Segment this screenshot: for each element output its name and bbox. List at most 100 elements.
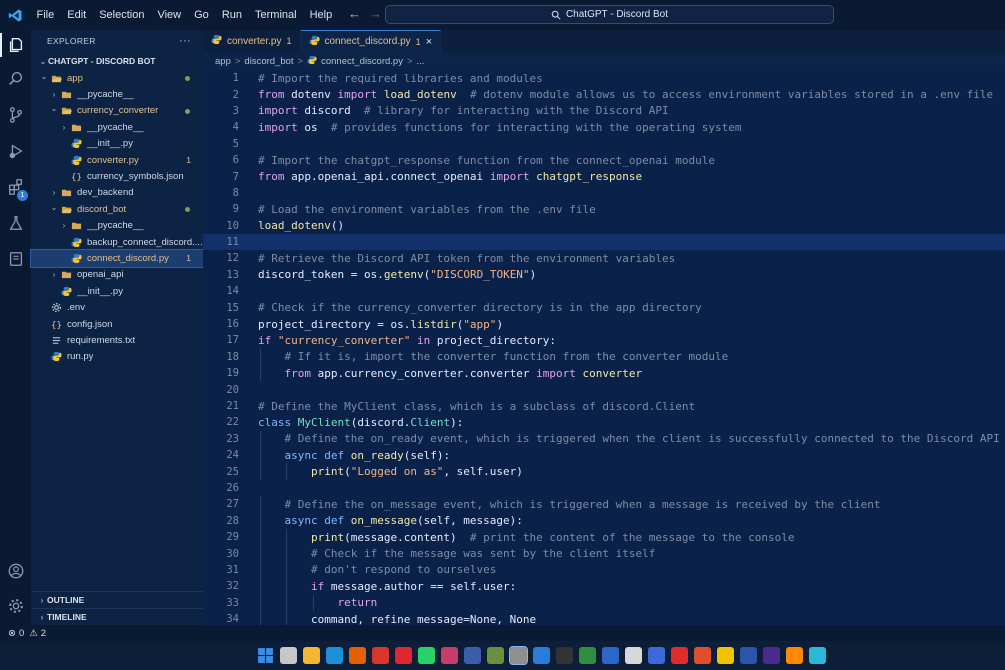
tree-item[interactable]: ⌄ app bbox=[31, 70, 203, 86]
code-line[interactable]: 26 bbox=[203, 480, 1005, 496]
code-line[interactable]: 18 # If it is, import the converter func… bbox=[203, 348, 1005, 366]
menu-terminal[interactable]: Terminal bbox=[249, 4, 304, 26]
menu-run[interactable]: Run bbox=[215, 4, 248, 26]
code-line[interactable]: 5 bbox=[203, 136, 1005, 152]
tree-item[interactable]: › dev_backend bbox=[31, 185, 203, 201]
taskbar-app-icon[interactable] bbox=[625, 647, 642, 664]
run-debug-icon[interactable] bbox=[0, 136, 31, 166]
tab-connect_discord-py[interactable]: connect_discord.py 1 × bbox=[300, 30, 442, 52]
taskbar-app-icon[interactable] bbox=[464, 647, 481, 664]
breadcrumb-item[interactable]: app bbox=[215, 56, 231, 67]
tree-item[interactable]: › openai_api bbox=[31, 267, 203, 283]
workspace-section-header[interactable]: ⌄ CHATGPT - DISCORD BOT bbox=[31, 52, 203, 70]
remote-explorer-icon[interactable] bbox=[0, 244, 31, 274]
tree-item[interactable]: {} config.json bbox=[31, 316, 203, 332]
breadcrumb-item[interactable]: connect_discord.py bbox=[321, 56, 403, 67]
menu-go[interactable]: Go bbox=[188, 4, 216, 26]
warning-count[interactable]: 2 bbox=[41, 628, 46, 639]
taskbar-app-icon[interactable] bbox=[763, 647, 780, 664]
code-line[interactable]: 28 async def on_message(self, message): bbox=[203, 512, 1005, 529]
extensions-icon[interactable]: 1 bbox=[0, 172, 31, 202]
forward-arrow-icon[interactable]: → bbox=[369, 6, 382, 21]
taskbar-app-icon[interactable] bbox=[809, 647, 826, 664]
taskbar-app-icon[interactable] bbox=[395, 647, 412, 664]
code-line[interactable]: 31 # don't respond to ourselves bbox=[203, 561, 1005, 579]
tree-item[interactable]: connect_discord.py 1 bbox=[30, 249, 204, 268]
taskbar-app-icon[interactable] bbox=[602, 647, 619, 664]
code-line[interactable]: 27 # Define the on_message event, which … bbox=[203, 496, 1005, 513]
tree-item[interactable]: converter.py 1 bbox=[31, 152, 203, 168]
menu-selection[interactable]: Selection bbox=[93, 4, 151, 26]
code-line[interactable]: 25 print("Logged on as", self.user) bbox=[203, 463, 1005, 480]
taskbar-app-icon[interactable] bbox=[786, 647, 803, 664]
tree-item[interactable]: {} currency_symbols.json bbox=[31, 168, 203, 184]
tree-item[interactable]: __init__.py bbox=[31, 283, 203, 299]
code-line[interactable]: 13 discord_token = os.getenv("DISCORD_TOK… bbox=[203, 267, 1005, 283]
taskbar-app-icon[interactable] bbox=[556, 647, 573, 664]
taskbar-app-icon[interactable] bbox=[418, 647, 435, 664]
source-control-icon[interactable] bbox=[0, 100, 31, 130]
taskbar-app-icon[interactable] bbox=[326, 647, 343, 664]
outline-section[interactable]: › OUTLINE bbox=[31, 591, 203, 608]
explorer-more-button[interactable]: ··· bbox=[179, 35, 191, 47]
tab-converter-py[interactable]: converter.py 1 bbox=[203, 30, 301, 52]
code-line[interactable]: 17 if "currency_converter" in project_dir… bbox=[203, 332, 1005, 348]
code-line[interactable]: 7 from app.openai_api.connect_openai impo… bbox=[203, 168, 1005, 184]
code-line[interactable]: 24 async def on_ready(self): bbox=[203, 446, 1005, 464]
code-line[interactable]: 10 load_dotenv() bbox=[203, 218, 1005, 234]
explorer-icon[interactable] bbox=[0, 30, 31, 60]
code-line[interactable]: 8 bbox=[203, 185, 1005, 201]
start-windows-icon[interactable] bbox=[257, 647, 274, 664]
taskbar-app-icon[interactable] bbox=[280, 647, 297, 664]
error-count[interactable]: 0 bbox=[19, 628, 24, 639]
code-line[interactable]: 12 # Retrieve the Discord API token from … bbox=[203, 250, 1005, 266]
code-line[interactable]: 11 bbox=[203, 233, 1005, 251]
taskbar-app-icon[interactable] bbox=[303, 647, 320, 664]
settings-gear-icon[interactable] bbox=[0, 591, 31, 621]
code-line[interactable]: 2 from dotenv import load_dotenv # dotenv… bbox=[203, 86, 1005, 102]
tree-item[interactable]: ⌄ currency_converter bbox=[31, 103, 203, 119]
taskbar-app-icon[interactable] bbox=[441, 647, 458, 664]
code-line[interactable]: 34 command, refine_message=None, None bbox=[203, 610, 1005, 625]
breadcrumb-item[interactable]: ... bbox=[417, 56, 425, 67]
code-line[interactable]: 4 import os # provides functions for inte… bbox=[203, 119, 1005, 135]
taskbar-app-icon[interactable] bbox=[740, 647, 757, 664]
tree-item[interactable]: › __pycache__ bbox=[31, 86, 203, 102]
command-center-search[interactable]: ChatGPT - Discord Bot bbox=[385, 5, 834, 24]
timeline-section[interactable]: › TIMELINE bbox=[31, 608, 203, 625]
code-line[interactable]: 16 project_directory = os.listdir("app") bbox=[203, 316, 1005, 332]
tree-item[interactable]: __init__.py bbox=[31, 136, 203, 152]
code-editor[interactable]: 1 # Import the required libraries and mod… bbox=[203, 70, 1005, 625]
code-line[interactable]: 3 import discord # library for interactin… bbox=[203, 103, 1005, 119]
tree-item[interactable]: › __pycache__ bbox=[31, 119, 203, 135]
taskbar-app-icon[interactable] bbox=[533, 647, 550, 664]
code-line[interactable]: 21 # Define the MyClient class, which is … bbox=[203, 398, 1005, 414]
testing-flask-icon[interactable] bbox=[0, 208, 31, 238]
menu-file[interactable]: File bbox=[30, 4, 61, 26]
code-line[interactable]: 1 # Import the required libraries and mod… bbox=[203, 70, 1005, 86]
account-icon[interactable] bbox=[0, 556, 31, 586]
menu-help[interactable]: Help bbox=[303, 4, 339, 26]
tree-item[interactable]: run.py bbox=[31, 349, 203, 365]
taskbar-app-icon[interactable] bbox=[717, 647, 734, 664]
code-line[interactable]: 23 # Define the on_ready event, which is… bbox=[203, 430, 1005, 447]
code-line[interactable]: 15 # Check if the currency_converter dire… bbox=[203, 299, 1005, 315]
code-line[interactable]: 29 print(message.content) # print the co… bbox=[203, 528, 1005, 546]
tree-item[interactable]: ⌄ discord_bot bbox=[31, 201, 203, 217]
close-icon[interactable]: × bbox=[426, 36, 432, 48]
taskbar-app-icon[interactable] bbox=[579, 647, 596, 664]
code-line[interactable]: 9 # Load the environment variables from t… bbox=[203, 201, 1005, 217]
code-line[interactable]: 14 bbox=[203, 283, 1005, 299]
search-icon[interactable] bbox=[0, 64, 31, 94]
taskbar-app-icon[interactable] bbox=[487, 647, 504, 664]
code-line[interactable]: 20 bbox=[203, 381, 1005, 397]
code-line[interactable]: 6 # Import the chatgpt_response function … bbox=[203, 152, 1005, 168]
menu-edit[interactable]: Edit bbox=[61, 4, 93, 26]
tree-item[interactable]: .env bbox=[31, 299, 203, 315]
code-line[interactable]: 33 return bbox=[203, 594, 1005, 611]
code-line[interactable]: 19 from app.currency_converter.converter… bbox=[203, 365, 1005, 382]
menu-view[interactable]: View bbox=[151, 4, 188, 26]
tree-item[interactable]: backup_connect_discord.... bbox=[31, 234, 203, 250]
taskbar-app-icon[interactable] bbox=[509, 646, 528, 665]
taskbar-app-icon[interactable] bbox=[648, 647, 665, 664]
